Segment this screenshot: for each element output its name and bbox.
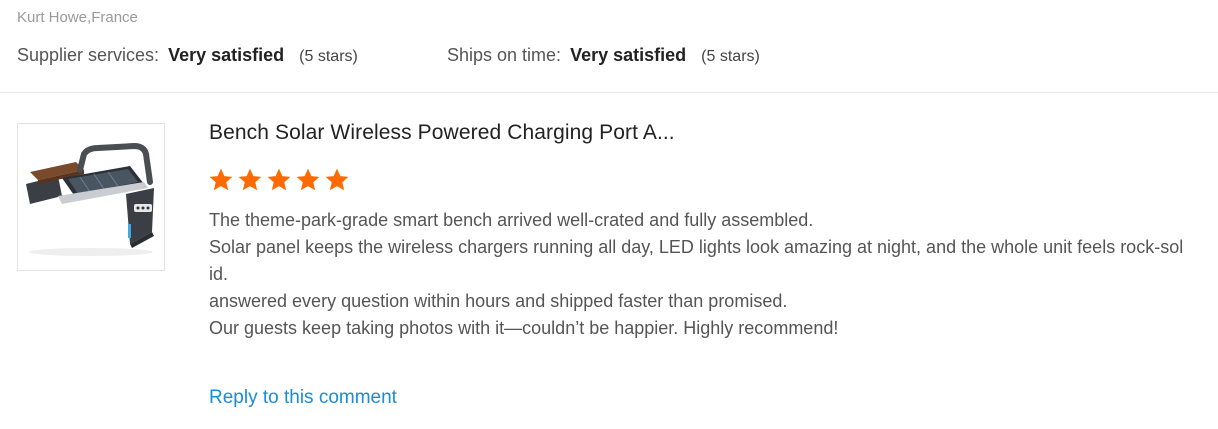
ships-on-time-stars-note: (5 stars)	[701, 48, 760, 65]
solar-bench-image	[26, 142, 154, 256]
product-rating-stars	[208, 167, 350, 193]
star-icon	[238, 168, 262, 191]
star-icon	[325, 168, 349, 191]
star-icon	[296, 168, 320, 191]
supplier-services-stars-note: (5 stars)	[299, 48, 358, 65]
product-thumbnail[interactable]	[17, 123, 165, 271]
ships-on-time-label: Ships on time:	[447, 45, 562, 65]
star-icon	[267, 168, 291, 191]
review-line: The theme-park-grade smart bench arrived…	[209, 210, 814, 230]
section-divider	[0, 92, 1218, 93]
review-line: Solar panel keeps the wireless chargers …	[209, 237, 1184, 284]
supplier-services-rating: Supplier services: Very satisfied (5 sta…	[17, 45, 358, 66]
supplier-services-label: Supplier services:	[17, 45, 160, 65]
review-text: The theme-park-grade smart bench arrived…	[209, 207, 1184, 342]
star-icon	[209, 168, 233, 191]
review-line: answered every question within hours and…	[209, 291, 788, 311]
product-title[interactable]: Bench Solar Wireless Powered Charging Po…	[209, 121, 675, 145]
ships-on-time-value: Very satisfied	[570, 45, 687, 65]
reply-to-comment-link[interactable]: Reply to this comment	[209, 387, 397, 409]
supplier-services-value: Very satisfied	[168, 45, 285, 65]
review-line: Our guests keep taking photos with it—co…	[209, 318, 839, 338]
ships-on-time-rating: Ships on time: Very satisfied (5 stars)	[447, 45, 760, 66]
reviewer-name-location: Kurt Howe,France	[17, 9, 138, 26]
